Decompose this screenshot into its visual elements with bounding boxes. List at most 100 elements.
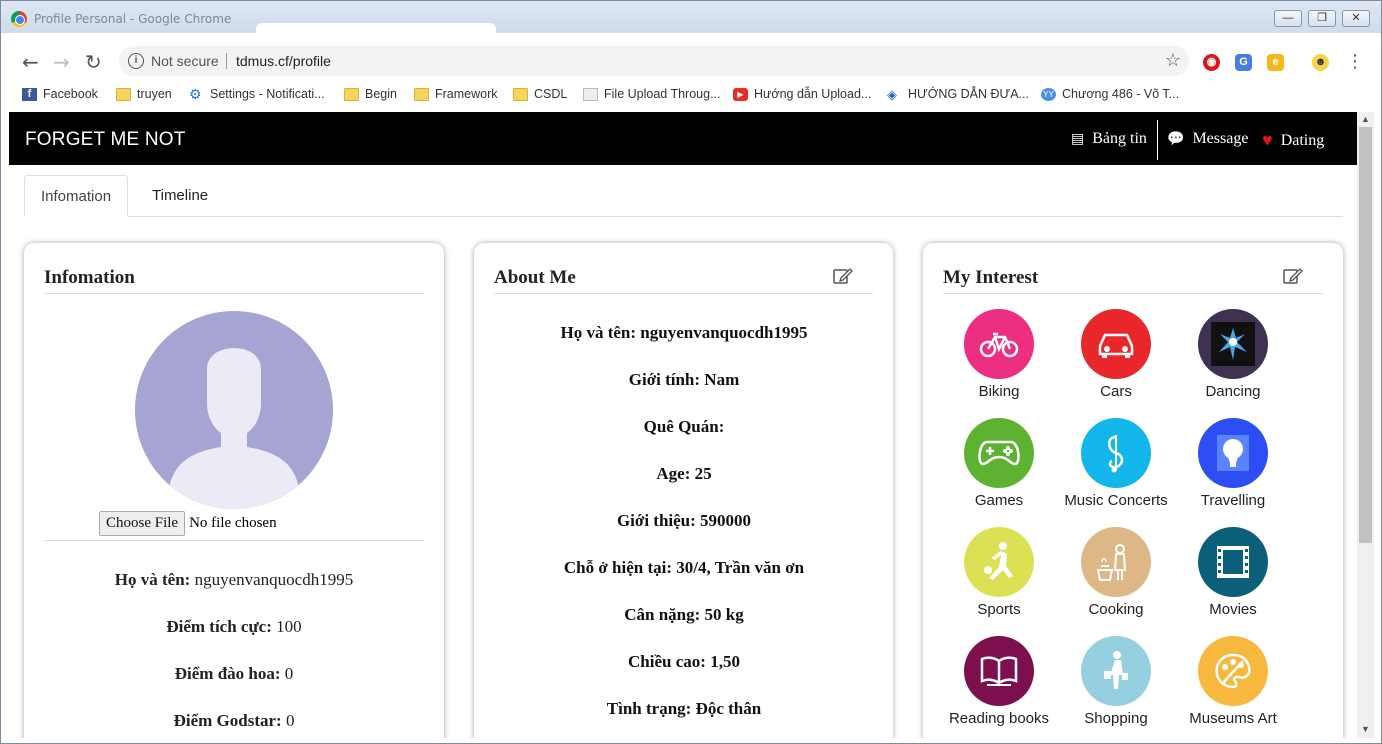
about-line: Tình trạng: Độc thân [606,699,762,718]
close-button[interactable]: ✕ [1342,10,1370,27]
about-line: Họ và tên: nguyenvanquocdh1995 [560,323,808,342]
bookmark-label: Facebook [43,87,98,101]
vertical-scrollbar[interactable]: ▲ ▼ [1357,112,1374,738]
folder-icon [513,87,528,101]
browser-toolbar: ← → ↻ i Not secure tdmus.cf/profile ☆ ◉ … [1,41,1381,83]
chrome-logo-icon [11,11,27,27]
chef-icon [1081,527,1151,597]
interest-item-games[interactable]: Games [939,418,1059,509]
bookmark-item[interactable]: truyen [116,87,172,101]
interest-label: Music Concerts [1064,492,1168,509]
edit-icon[interactable] [833,267,853,285]
tab-timeline[interactable]: Timeline [136,175,224,217]
bookmark-item[interactable]: CSDL [513,87,567,101]
nav-link-bang-tin[interactable]: ▤ Bảng tin [1071,130,1147,148]
youtube-icon: ▶ [733,87,748,101]
shopper-icon [1081,636,1151,706]
window-title: Profile Personal - Google Chrome [34,12,232,26]
interest-label: Museums Art [1189,710,1277,727]
reload-icon[interactable]: ↻ [85,52,102,72]
film-icon [1198,527,1268,597]
scroll-down-icon[interactable]: ▼ [1361,724,1370,734]
interest-item-cooking[interactable]: Cooking [1056,527,1176,618]
e-extension-icon[interactable]: e [1267,54,1284,71]
back-icon[interactable]: ← [22,52,39,72]
info-field: Họ và tên: nguyenvanquocdh1995 [24,570,444,590]
facebook-icon: f [22,87,37,101]
menu-dots-icon[interactable]: ⋮ [1346,52,1364,72]
bookmark-item[interactable]: Framework [414,87,498,101]
interest-item-biking[interactable]: Biking [939,309,1059,400]
bookmark-label: Chương 486 - Võ T... [1062,87,1180,101]
about-line: Giới thiệu: 590000 [616,511,752,530]
nav-link-message[interactable]: 💬 Message [1167,130,1248,148]
minimize-button[interactable]: — [1274,10,1302,27]
bookmark-label: Framework [435,87,498,101]
bookmark-item[interactable]: ▶ Hướng dẫn Upload... [733,87,871,101]
interest-item-movies[interactable]: Movies [1173,527,1293,618]
info-icon[interactable]: i [128,53,144,69]
interest-item-dancing[interactable]: Dancing [1173,309,1293,400]
about-line: Quê Quán: [643,417,725,436]
edit-icon[interactable] [1283,267,1303,285]
forward-icon[interactable]: → [53,52,70,72]
about-line: Age: 25 [656,464,712,483]
interest-item-sports[interactable]: Sports [939,527,1059,618]
avatar[interactable] [135,311,333,509]
translate-extension-icon[interactable]: G [1235,54,1252,71]
nav-link-label: Message [1192,130,1249,147]
interest-item-reading-books[interactable]: Reading books [939,636,1059,727]
card-divider [44,293,424,294]
scroll-up-icon[interactable]: ▲ [1361,114,1370,124]
browser-tab[interactable] [256,23,496,35]
url-text[interactable]: tdmus.cf/profile [236,53,331,69]
bookmark-item[interactable]: Begin [344,87,397,101]
interest-label: Movies [1209,601,1257,618]
card-title: About Me [494,267,576,288]
info-field: Điểm Godstar: 0 [24,711,444,731]
yy-icon: YY [1041,87,1056,101]
diamond-icon: ◈ [887,86,897,102]
info-field: Điểm tích cực: 100 [24,617,444,637]
field-label: Họ và tên: [114,570,191,589]
scrollbar-thumb[interactable] [1359,127,1372,543]
address-bar[interactable]: i Not secure tdmus.cf/profile ☆ [119,46,1189,76]
page-icon [583,87,598,101]
adblock-extension-icon[interactable]: ◉ [1203,54,1220,71]
emoji-extension-icon[interactable]: ☻ [1312,54,1329,71]
nav-link-label: Bảng tin [1092,130,1147,147]
field-label: Điểm Godstar: [173,711,282,730]
about-me-card: About Me Họ và tên: nguyenvanquocdh1995 … [474,243,893,738]
interest-item-shopping[interactable]: Shopping [1056,636,1176,727]
bookmark-item[interactable]: YY Chương 486 - Võ T... [1041,87,1179,101]
interest-item-museums-art[interactable]: Museums Art [1173,636,1293,727]
gear-icon: ⚙ [189,85,202,102]
car-icon [1081,309,1151,379]
site-navbar: FORGET ME NOT ▤ Bảng tin 💬 Message ♥ Dating [9,112,1357,165]
bookmark-label: HƯỚNG DẪN ĐƯA... [908,87,1029,101]
nav-link-dating[interactable]: ♥ Dating [1262,130,1324,151]
choose-file-button[interactable]: Choose File [99,511,186,536]
card-title: Infomation [44,267,135,288]
interest-item-travelling[interactable]: Travelling [1173,418,1293,509]
palette-icon [1198,636,1268,706]
bookmark-item[interactable]: ⚙ Settings - Notificati... [189,85,325,102]
about-line: Giới tính: Nam [628,370,740,389]
tab-infomation[interactable]: Infomation [24,175,129,217]
bookmark-star-icon[interactable]: ☆ [1165,50,1181,71]
interest-item-cars[interactable]: Cars [1056,309,1176,400]
profile-tabs: Infomation Timeline [24,175,1343,217]
bookmark-item[interactable]: File Upload Throug... [583,87,721,101]
gamepad-icon [964,418,1034,488]
site-brand[interactable]: FORGET ME NOT [25,129,186,151]
bookmark-label: File Upload Throug... [604,87,721,101]
my-interest-card: My Interest Biking Cars Dancing Games Music … [923,243,1343,738]
bookmark-item[interactable]: ◈ HƯỚNG DẪN ĐƯA... [887,87,1029,101]
music-note-icon [1081,418,1151,488]
interest-item-music-concerts[interactable]: Music Concerts [1056,418,1176,509]
field-label: Điểm đào hoa: [174,664,281,683]
maximize-button[interactable]: ❐ [1308,10,1336,27]
interest-label: Sports [977,601,1021,618]
interest-label: Shopping [1084,710,1148,727]
bookmark-item[interactable]: f Facebook [22,87,98,101]
